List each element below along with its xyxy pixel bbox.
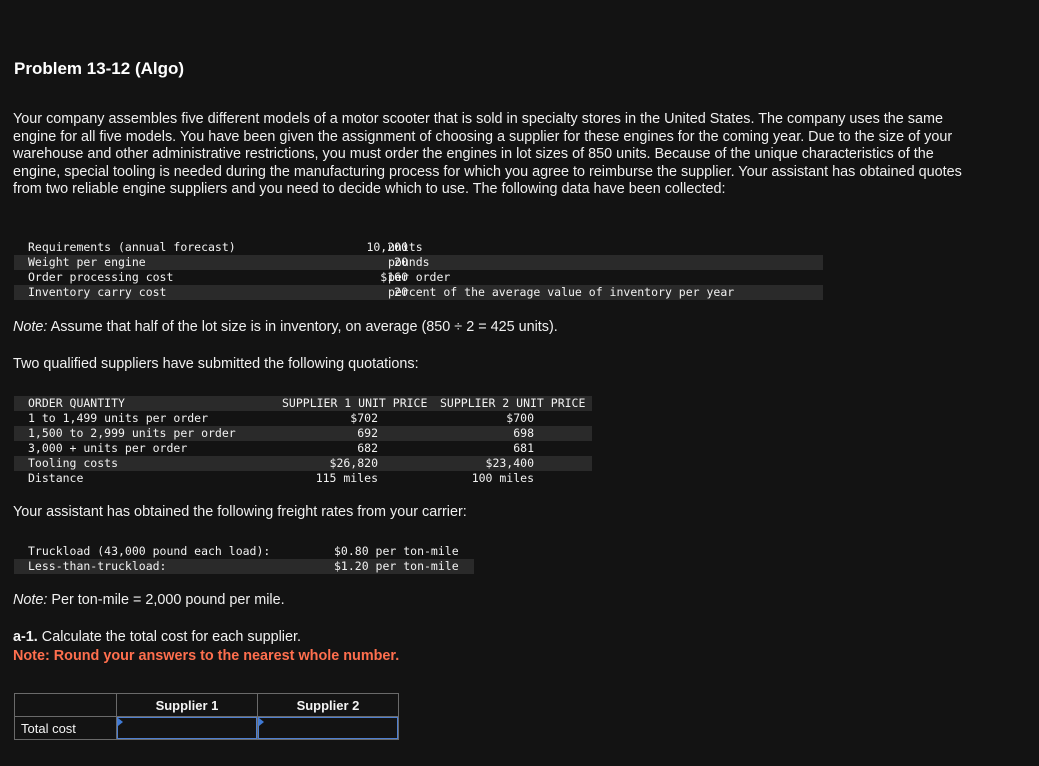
- blank-header-cell: [14, 693, 117, 717]
- note-prefix: Note:: [13, 592, 48, 608]
- quote-label: Tooling costs: [28, 456, 119, 470]
- supplier-1-value: $26,820: [329, 456, 378, 470]
- note-text: Per ton-mile = 2,000 pound per mile.: [47, 592, 285, 608]
- quote-label: 1,500 to 2,999 units per order: [28, 426, 236, 440]
- supplier-2-value: $700: [506, 411, 534, 425]
- header-supplier-1: SUPPLIER 1 UNIT PRICE: [282, 396, 428, 410]
- note-prefix: Note:: [13, 319, 48, 335]
- input-marker-icon: [118, 718, 123, 726]
- supplier-2-value: 100 miles: [471, 471, 534, 485]
- note-text: Assume that half of the lot size is in i…: [47, 319, 558, 335]
- problem-intro: Your company assembles five different mo…: [13, 111, 962, 198]
- row-label-total-cost: Total cost: [14, 716, 117, 740]
- header-order-quantity: ORDER QUANTITY: [28, 396, 125, 410]
- supplier-2-value: 681: [513, 441, 534, 455]
- header-supplier-1: Supplier 1: [116, 693, 258, 717]
- question-number: a-1.: [13, 629, 38, 645]
- requirement-label: Order processing cost: [28, 270, 174, 284]
- supplier-2-total-cost-input[interactable]: [258, 717, 398, 739]
- supplier-1-cell: [116, 716, 258, 740]
- freight-row: Truckload (43,000 pound each load): $0.8…: [14, 544, 474, 559]
- answer-row-total-cost: Total cost: [14, 716, 399, 740]
- requirements-row: Order processing cost $160 per order: [14, 270, 823, 285]
- quotes-row: 1 to 1,499 units per order $702 $700: [14, 411, 592, 426]
- quotes-row: 1,500 to 2,999 units per order 692 698: [14, 426, 592, 441]
- problem-title: Problem 13-12 (Algo): [14, 59, 185, 78]
- requirements-row: Requirements (annual forecast) 10,200 un…: [14, 240, 823, 255]
- quote-label: 1 to 1,499 units per order: [28, 411, 209, 425]
- supplier-1-value: $702: [350, 411, 378, 425]
- supplier-1-value: 692: [357, 426, 378, 440]
- requirements-row: Inventory carry cost 20 percent of the a…: [14, 285, 823, 300]
- header-supplier-2: Supplier 2: [257, 693, 399, 717]
- input-marker-icon: [259, 718, 264, 726]
- requirements-table: Requirements (annual forecast) 10,200 un…: [14, 240, 823, 300]
- ton-mile-note: Note: Per ton-mile = 2,000 pound per mil…: [13, 592, 285, 608]
- requirement-unit: per order: [388, 270, 451, 284]
- requirement-unit: units: [388, 240, 423, 254]
- requirement-label: Weight per engine: [28, 255, 146, 269]
- supplier-1-value: 115 miles: [315, 471, 378, 485]
- quotes-header-row: ORDER QUANTITY SUPPLIER 1 UNIT PRICE SUP…: [14, 396, 592, 411]
- answer-header-row: Supplier 1 Supplier 2: [14, 693, 399, 717]
- header-supplier-2: SUPPLIER 2 UNIT PRICE: [440, 396, 586, 410]
- supplier-2-value: $23,400: [485, 456, 534, 470]
- lot-size-note: Note: Assume that half of the lot size i…: [13, 319, 558, 335]
- question-text: Calculate the total cost for each suppli…: [37, 629, 301, 645]
- answer-table: Supplier 1 Supplier 2 Total cost: [14, 693, 399, 740]
- freight-row: Less-than-truckload: $1.20 per ton-mile: [14, 559, 474, 574]
- requirements-row: Weight per engine 20 pounds: [14, 255, 823, 270]
- supplier-1-value: 682: [357, 441, 378, 455]
- freight-intro: Your assistant has obtained the followin…: [13, 504, 467, 520]
- requirement-label: Inventory carry cost: [28, 285, 167, 299]
- requirement-label: Requirements (annual forecast): [28, 240, 236, 254]
- quote-label: Distance: [28, 471, 84, 485]
- question-a1: a-1. Calculate the total cost for each s…: [13, 629, 301, 645]
- quotes-row: 3,000 + units per order 682 681: [14, 441, 592, 456]
- quote-label: 3,000 + units per order: [28, 441, 188, 455]
- freight-value: $1.20 per ton-mile: [334, 559, 459, 573]
- supplier-2-value: 698: [513, 426, 534, 440]
- freight-label: Truckload (43,000 pound each load):: [28, 544, 271, 558]
- freight-value: $0.80 per ton-mile: [334, 544, 459, 558]
- quotes-row: Tooling costs $26,820 $23,400: [14, 456, 592, 471]
- supplier-quotes-table: ORDER QUANTITY SUPPLIER 1 UNIT PRICE SUP…: [14, 396, 592, 486]
- supplier-1-total-cost-input[interactable]: [117, 717, 257, 739]
- supplier-2-cell: [257, 716, 399, 740]
- quotes-intro: Two qualified suppliers have submitted t…: [13, 356, 419, 372]
- freight-label: Less-than-truckload:: [28, 559, 167, 573]
- freight-rates-table: Truckload (43,000 pound each load): $0.8…: [14, 544, 474, 574]
- requirement-unit: pounds: [388, 255, 430, 269]
- requirement-unit: percent of the average value of inventor…: [388, 285, 735, 299]
- rounding-note: Note: Round your answers to the nearest …: [13, 648, 400, 664]
- quotes-row: Distance 115 miles 100 miles: [14, 471, 592, 486]
